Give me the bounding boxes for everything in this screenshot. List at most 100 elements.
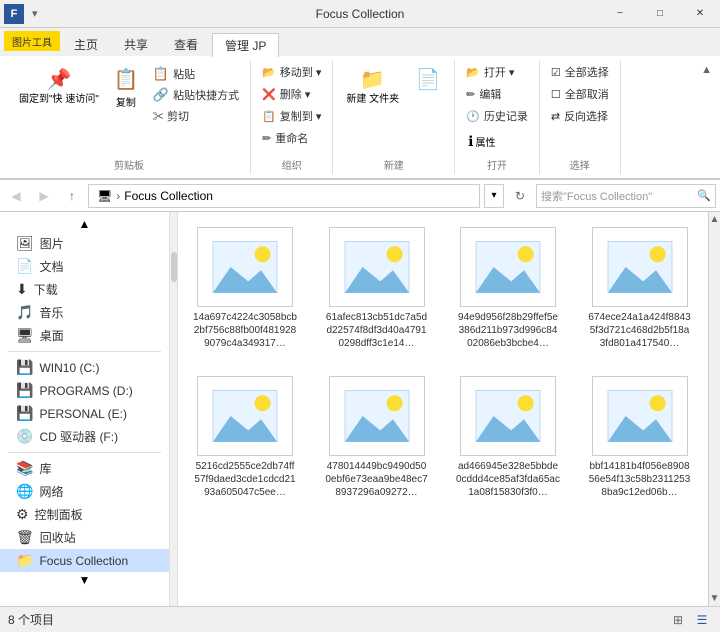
sidebar-item-music[interactable]: 🎵 音乐 — [0, 301, 169, 324]
forward-button[interactable]: ▶ — [32, 184, 56, 208]
new-folder-button[interactable]: 📁 新建 文件夹 — [339, 62, 406, 111]
personal-drive-icon: 💾 — [16, 405, 33, 422]
sidebar-separator-2 — [8, 452, 161, 453]
list-item[interactable]: 478014449bc9490d500ebf6e73eaa9be48ec7893… — [318, 369, 436, 506]
cut-button[interactable]: ✂ 剪切 — [148, 106, 244, 126]
programs-drive-icon: 💾 — [16, 382, 33, 399]
path-dropdown-button[interactable]: ▾ — [484, 184, 504, 208]
sidebar-item-desktop[interactable]: 🖥 桌面 — [0, 324, 169, 347]
invert-selection-button[interactable]: ⇄ 反向选择 — [546, 106, 613, 126]
recycle-icon: 🗑 — [16, 529, 34, 546]
sidebar-item-library[interactable]: 📚 库 — [0, 457, 169, 480]
focuscollection-icon: 📁 — [16, 552, 33, 569]
copy-button[interactable]: 📋 复制 — [106, 62, 146, 114]
file-thumbnail — [329, 227, 425, 307]
window-controls: − □ ✕ — [600, 0, 720, 28]
scrollbar-up-arrow[interactable]: ▲ — [710, 214, 720, 225]
path-computer-icon: 🖥 — [97, 189, 112, 203]
window-title: Focus Collection — [316, 7, 405, 21]
paste-shortcut-button[interactable]: 🔗 粘贴快捷方式 — [148, 85, 244, 105]
sidebar-item-programs[interactable]: 💾 PROGRAMS (D:) — [0, 379, 169, 402]
sidebar-scroll-up[interactable]: ▲ — [0, 216, 169, 232]
ribbon-section-organize: 📂 移动到 ▾ ❌ 删除 ▾ 📋 复制到 ▾ ✏ 重命名 组织 — [251, 60, 333, 174]
tab-share[interactable]: 共享 — [112, 32, 160, 56]
file-area-scrollbar[interactable]: ▲ ▼ — [708, 212, 720, 606]
delete-button[interactable]: ❌ 删除 ▾ — [257, 84, 315, 104]
up-button[interactable]: ↑ — [60, 184, 84, 208]
sidebar-item-recycle[interactable]: 🗑 回收站 — [0, 526, 169, 549]
tab-picture-tools[interactable]: 图片工具 — [4, 31, 60, 51]
maximize-button[interactable]: □ — [640, 0, 680, 28]
search-box[interactable]: 搜索"Focus Collection" 🔍 — [536, 184, 716, 208]
pin-to-quickaccess-button[interactable]: 📌 固定到"快 速访问" — [14, 62, 104, 111]
file-name: 478014449bc9490d500ebf6e73eaa9be48ec7893… — [325, 460, 429, 499]
file-name: 94e9d956f28b29ffef5e386d211b973d996c8402… — [456, 311, 560, 350]
grid-view-button[interactable]: ⊞ — [668, 610, 688, 630]
move-to-button[interactable]: 📂 移动到 ▾ — [257, 62, 326, 82]
list-view-button[interactable]: ☰ — [692, 610, 712, 630]
list-item[interactable]: 674ece24a1a424f88435f3d721c468d2b5f18a3f… — [581, 220, 699, 357]
ribbon-section-select: ☑ 全部选择 ☐ 全部取消 ⇄ 反向选择 选择 — [540, 60, 621, 174]
item-count: 8 个项目 — [8, 611, 54, 628]
sidebar-item-win10[interactable]: 💾 WIN10 (C:) — [0, 356, 169, 379]
paste-button[interactable]: 📋 粘贴 — [148, 64, 244, 84]
ribbon-content: 📌 固定到"快 速访问" 📋 复制 📋 粘贴 🔗 — [0, 56, 720, 179]
sidebar-item-controlpanel[interactable]: ⚙ 控制面板 — [0, 503, 169, 526]
sidebar-item-network[interactable]: 🌐 网络 — [0, 480, 169, 503]
sidebar-item-personal[interactable]: 💾 PERSONAL (E:) — [0, 402, 169, 425]
list-item[interactable]: bbf14181b4f056e890856e54f13c58b23112538b… — [581, 369, 699, 506]
sidebar-scroll-down[interactable]: ▼ — [0, 572, 169, 588]
tab-view[interactable]: 查看 — [162, 32, 210, 56]
file-name: 61afec813cb51dc7a5dd22574f8df3d40a479102… — [325, 311, 429, 350]
title-bar-left: F ▾ — [0, 4, 42, 24]
tab-manage[interactable]: 管理 JP — [212, 33, 279, 57]
file-thumbnail — [460, 227, 556, 307]
scrollbar-down-arrow[interactable]: ▼ — [710, 593, 720, 604]
sidebar: ▲ 🖼 图片 📄 文档 ⬇ 下载 🎵 音乐 🖥 桌面 💾 WIN10 (C:) … — [0, 212, 170, 606]
close-button[interactable]: ✕ — [680, 0, 720, 28]
controlpanel-icon: ⚙ — [16, 506, 29, 523]
address-path[interactable]: 🖥 › Focus Collection — [88, 184, 480, 208]
properties-button[interactable]: ℹ 属性 — [461, 128, 502, 155]
open-button[interactable]: 📂 打开 ▾ — [461, 62, 519, 82]
tab-home[interactable]: 主页 — [62, 32, 110, 56]
sidebar-item-downloads[interactable]: ⬇ 下载 — [0, 278, 169, 301]
minimize-button[interactable]: − — [600, 0, 640, 28]
file-name: ad466945e328e5bbde0cddd4ce85af3fda65ac1a… — [456, 460, 560, 499]
refresh-button[interactable]: ↻ — [508, 184, 532, 208]
ribbon-section-open: 📂 打开 ▾ ✏ 编辑 🕐 历史记录 ℹ 属性 打开 — [455, 60, 540, 174]
sidebar-item-focuscollection[interactable]: 📁 Focus Collection — [0, 549, 169, 572]
status-bar: 8 个项目 ⊞ ☰ — [0, 606, 720, 632]
copy-to-button[interactable]: 📋 复制到 ▾ — [257, 106, 326, 126]
file-name: 674ece24a1a424f88435f3d721c468d2b5f18a3f… — [588, 311, 692, 350]
sidebar-scrollbar[interactable] — [170, 212, 178, 606]
win10-drive-icon: 💾 — [16, 359, 33, 376]
rename-button[interactable]: ✏ 重命名 — [257, 128, 313, 148]
back-button[interactable]: ◀ — [4, 184, 28, 208]
ribbon: 图片工具 主页 共享 查看 管理 JP 📌 固定到"快 速访问" — [0, 28, 720, 180]
deselect-all-button[interactable]: ☐ 全部取消 — [546, 84, 614, 104]
sidebar-item-pictures[interactable]: 🖼 图片 — [0, 232, 169, 255]
list-item[interactable]: 94e9d956f28b29ffef5e386d211b973d996c8402… — [449, 220, 567, 357]
select-all-button[interactable]: ☑ 全部选择 — [546, 62, 614, 82]
history-button[interactable]: 🕐 历史记录 — [461, 106, 533, 126]
new-item-button[interactable]: 📄 — [408, 62, 448, 97]
network-icon: 🌐 — [16, 483, 33, 500]
file-name: bbf14181b4f056e890856e54f13c58b23112538b… — [588, 460, 692, 499]
file-thumbnail — [329, 376, 425, 456]
cd-drive-icon: 💿 — [16, 428, 33, 445]
file-thumbnail — [197, 376, 293, 456]
documents-icon: 📄 — [16, 258, 33, 275]
list-item[interactable]: 5216cd2555ce2db74ff57f9daed3cde1cdcd2193… — [186, 369, 304, 506]
list-item[interactable]: 14a697c4224c3058bcb2bf756c88fb00f4819289… — [186, 220, 304, 357]
sidebar-item-cd[interactable]: 💿 CD 驱动器 (F:) — [0, 425, 169, 448]
list-item[interactable]: 61afec813cb51dc7a5dd22574f8df3d40a479102… — [318, 220, 436, 357]
ribbon-collapse-button[interactable]: ▲ — [701, 60, 712, 174]
search-placeholder: 搜索"Focus Collection" — [541, 188, 652, 204]
sidebar-scrollbar-thumb[interactable] — [171, 252, 177, 282]
list-item[interactable]: ad466945e328e5bbde0cddd4ce85af3fda65ac1a… — [449, 369, 567, 506]
edit-button[interactable]: ✏ 编辑 — [461, 84, 506, 104]
file-thumbnail — [197, 227, 293, 307]
sidebar-item-documents[interactable]: 📄 文档 — [0, 255, 169, 278]
file-thumbnail — [592, 376, 688, 456]
